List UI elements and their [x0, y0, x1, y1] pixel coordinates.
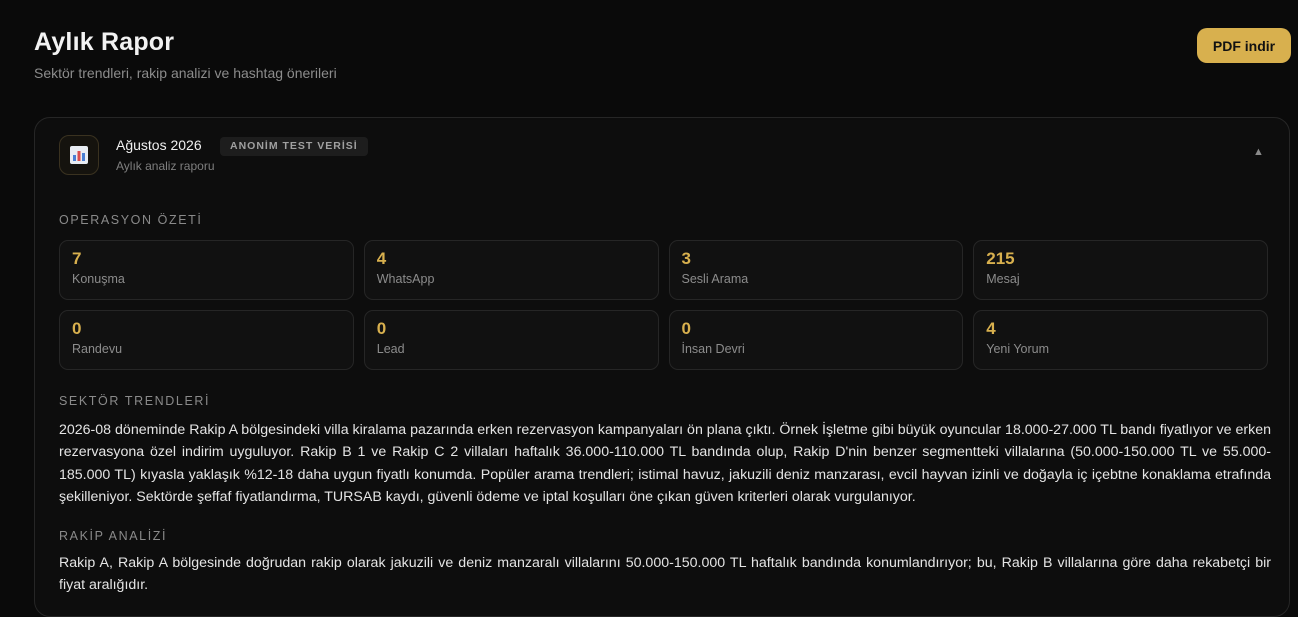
stat-card-voice-calls: 3 Sesli Arama: [668, 240, 964, 300]
stat-label: İnsan Devri: [681, 342, 745, 356]
test-data-badge: ANONİM TEST VERİSİ: [220, 137, 368, 156]
stat-value: 3: [681, 249, 691, 268]
competitors-text: Rakip A, Rakip A bölgesinde doğrudan rak…: [59, 555, 1271, 594]
page-title: Aylık Rapor: [34, 28, 175, 56]
stat-label: Randevu: [72, 342, 123, 356]
stat-card-messages: 215 Mesaj: [973, 240, 1268, 300]
bar-chart-icon: [59, 135, 99, 175]
stat-label: Sesli Arama: [681, 272, 749, 286]
stat-value: 4: [376, 249, 387, 268]
report-card: Ağustos 2026 ANONİM TEST VERİSİ Aylık an…: [34, 117, 1290, 617]
collapse-icon[interactable]: ▲: [1253, 146, 1264, 158]
stat-value: 4: [986, 319, 996, 338]
stat-card-appointments: 0 Randevu: [59, 310, 354, 370]
stat-value: 215: [986, 249, 1015, 268]
ops-heading: OPERASYON ÖZETİ: [59, 213, 203, 227]
stat-label: Mesaj: [986, 272, 1020, 286]
stat-card-human-handoff: 0 İnsan Devri: [668, 310, 964, 370]
stat-label: Konuşma: [72, 272, 125, 286]
stat-card-leads: 0 Lead: [363, 310, 659, 370]
stat-card-new-reviews: 4 Yeni Yorum: [973, 310, 1268, 370]
report-subtitle: Aylık analiz raporu: [116, 159, 215, 173]
stat-label: Yeni Yorum: [986, 342, 1050, 356]
competitors-heading: RAKİP ANALİZİ: [59, 529, 168, 543]
report-title: Ağustos 2026: [116, 137, 202, 153]
stat-label: Lead: [376, 342, 405, 356]
stat-value: 0: [681, 319, 691, 338]
stat-card-whatsapp: 4 WhatsApp: [363, 240, 659, 300]
stat-label: WhatsApp: [376, 272, 435, 286]
stat-value: 0: [72, 319, 82, 338]
stat-value: 0: [376, 319, 387, 338]
trends-text: 2026-08 döneminde Rakip A bölgesindeki v…: [59, 422, 1271, 506]
pdf-download-button[interactable]: PDF indir: [1197, 28, 1291, 63]
trends-heading: SEKTÖR TRENDLERİ: [59, 394, 211, 408]
ops-stats-grid: 7 Konuşma 4 WhatsApp 3 Sesli Arama 215 M…: [59, 240, 1268, 370]
stat-card-conversations: 7 Konuşma: [59, 240, 354, 300]
page-subtitle: Sektör trendleri, rakip analizi ve hasht…: [34, 65, 337, 81]
stat-value: 7: [72, 249, 82, 268]
